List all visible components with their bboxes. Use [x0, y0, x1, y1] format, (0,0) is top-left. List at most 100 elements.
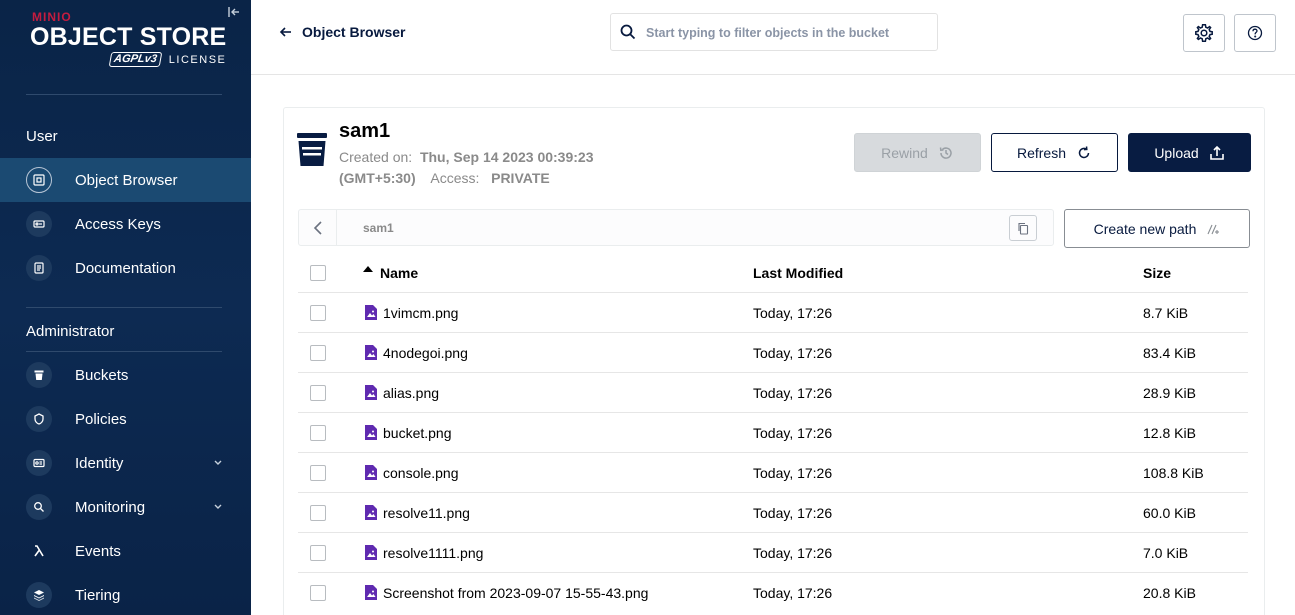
sidebar-item-events[interactable]: Events [0, 529, 251, 573]
file-name: resolve1111.png [383, 545, 484, 561]
table-row[interactable]: resolve1111.png Today, 17:26 7.0 KiB [298, 533, 1248, 573]
copy-path-button[interactable] [1009, 215, 1037, 241]
image-file-icon [365, 465, 377, 480]
tiering-icon [26, 582, 52, 608]
sidebar-divider [26, 351, 222, 352]
table-row[interactable]: alias.png Today, 17:26 28.9 KiB [298, 373, 1248, 413]
row-checkbox[interactable] [310, 305, 326, 321]
sidebar-item-buckets[interactable]: Buckets [0, 353, 251, 397]
file-size: 60.0 KiB [1143, 505, 1196, 521]
row-checkbox[interactable] [310, 385, 326, 401]
upload-icon [1209, 145, 1224, 160]
column-size[interactable]: Size [1143, 265, 1171, 281]
bucket-name: sam1 [339, 120, 391, 142]
table-row[interactable]: 4nodegoi.png Today, 17:26 83.4 KiB [298, 333, 1248, 373]
upload-button[interactable]: Upload [1128, 133, 1251, 172]
access-label: Access: [430, 170, 480, 186]
file-name: alias.png [383, 385, 440, 401]
gear-icon [1195, 24, 1213, 42]
chevron-down-icon[interactable] [211, 499, 225, 513]
help-button[interactable] [1234, 14, 1276, 52]
row-checkbox[interactable] [310, 545, 326, 561]
row-checkbox[interactable] [310, 585, 326, 601]
row-checkbox[interactable] [310, 425, 326, 441]
key-icon [26, 211, 52, 237]
arrow-left-icon [279, 27, 291, 37]
top-bar: Object Browser [251, 0, 1295, 75]
row-checkbox[interactable] [310, 465, 326, 481]
policy-icon [26, 406, 52, 432]
rewind-button[interactable]: Rewind [854, 133, 981, 172]
sort-asc-icon[interactable] [363, 266, 373, 272]
timezone-value: (GMT+5:30) [339, 170, 416, 186]
breadcrumb: sam1 [298, 209, 1054, 246]
bucket-icon [297, 133, 327, 167]
refresh-icon [1078, 145, 1090, 158]
sidebar-divider [26, 307, 222, 308]
minio-logo[interactable]: MINIO OBJECT STORE AGPLv3 LICENSE [30, 10, 230, 70]
file-size: 12.8 KiB [1143, 425, 1196, 441]
logo-license: LICENSE [168, 53, 227, 66]
sidebar-item-label: Object Browser [75, 171, 178, 189]
sidebar-item-tiering[interactable]: Tiering [0, 573, 251, 615]
sidebar-item-identity[interactable]: Identity [0, 441, 251, 485]
file-modified: Today, 17:26 [753, 385, 833, 401]
breadcrumb-back-button[interactable] [299, 210, 337, 245]
created-label: Created on: [339, 149, 413, 165]
file-size: 83.4 KiB [1143, 345, 1196, 361]
sidebar-item-documentation[interactable]: Documentation [0, 246, 251, 290]
search-input[interactable] [646, 24, 926, 40]
select-all-checkbox[interactable] [310, 265, 326, 281]
row-checkbox[interactable] [310, 345, 326, 361]
sidebar-item-label: Identity [75, 454, 124, 472]
back-label: Object Browser [302, 24, 406, 40]
file-modified: Today, 17:26 [753, 465, 833, 481]
column-last-modified[interactable]: Last Modified [753, 265, 843, 281]
sidebar-divider [26, 94, 222, 95]
sidebar-item-policies[interactable]: Policies [0, 397, 251, 441]
refresh-label: Refresh [1016, 144, 1067, 161]
table-row[interactable]: console.png Today, 17:26 108.8 KiB [298, 453, 1248, 493]
table-row[interactable]: bucket.png Today, 17:26 12.8 KiB [298, 413, 1248, 453]
rewind-label: Rewind [881, 144, 928, 161]
row-checkbox[interactable] [310, 505, 326, 521]
sidebar-item-label: Monitoring [75, 498, 146, 516]
sidebar-item-label: Policies [75, 410, 127, 428]
create-new-path-button[interactable]: Create new path [1064, 209, 1250, 248]
chevron-down-icon[interactable] [211, 455, 225, 469]
table-row[interactable]: Screenshot from 2023-09-07 15-55-43.png … [298, 573, 1248, 613]
section-administrator: Administrator [26, 323, 115, 340]
logo-product: OBJECT STORE [30, 23, 227, 51]
back-to-object-browser[interactable]: Object Browser [279, 24, 405, 40]
table-row[interactable]: 1vimcm.png Today, 17:26 8.7 KiB [298, 293, 1248, 333]
image-file-icon [365, 345, 377, 360]
file-size: 20.8 KiB [1143, 585, 1196, 601]
table-header: Name Last Modified Size [298, 253, 1248, 293]
search-box[interactable] [610, 13, 938, 51]
refresh-button[interactable]: Refresh [991, 133, 1118, 172]
create-path-label: Create new path [1093, 220, 1197, 237]
file-name: 1vimcm.png [383, 305, 459, 321]
collapse-sidebar-icon[interactable] [227, 5, 241, 19]
lambda-icon [26, 538, 52, 564]
settings-button[interactable] [1183, 14, 1225, 52]
sidebar-item-object-browser[interactable]: Object Browser [0, 158, 251, 202]
file-size: 108.8 KiB [1143, 465, 1204, 481]
image-file-icon [365, 305, 377, 320]
sidebar-item-access-keys[interactable]: Access Keys [0, 202, 251, 246]
breadcrumb-path[interactable]: sam1 [363, 221, 394, 235]
bucket-icon [26, 362, 52, 388]
sidebar-item-monitoring[interactable]: Monitoring [0, 485, 251, 529]
upload-label: Upload [1154, 144, 1199, 161]
sidebar-item-label: Access Keys [75, 215, 161, 233]
file-name: bucket.png [383, 425, 452, 441]
column-name[interactable]: Name [380, 265, 418, 281]
table-row[interactable]: resolve11.png Today, 17:26 60.0 KiB [298, 493, 1248, 533]
created-value: Thu, Sep 14 2023 00:39:23 [419, 149, 594, 165]
file-name: resolve11.png [383, 505, 470, 521]
new-path-icon [1207, 224, 1220, 234]
image-file-icon [365, 425, 377, 440]
file-modified: Today, 17:26 [753, 505, 833, 521]
image-file-icon [365, 505, 377, 520]
chevron-left-icon [313, 220, 322, 235]
